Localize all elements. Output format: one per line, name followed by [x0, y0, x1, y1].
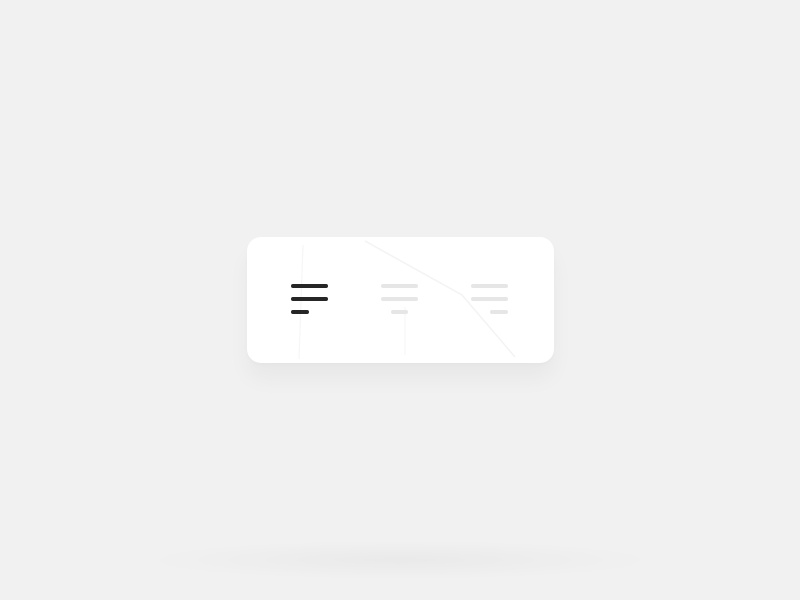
- canvas-background: [0, 0, 800, 600]
- align-left-button[interactable]: [265, 237, 355, 363]
- align-right-icon: [471, 284, 509, 316]
- text-alignment-toolbar: [247, 237, 554, 363]
- align-right-button[interactable]: [445, 237, 535, 363]
- icon-line: [381, 284, 418, 288]
- align-center-button[interactable]: [355, 237, 445, 363]
- icon-line: [490, 310, 508, 314]
- align-center-icon: [381, 284, 419, 316]
- align-left-icon: [291, 284, 329, 316]
- icon-line: [471, 297, 508, 301]
- icon-line: [381, 297, 418, 301]
- icon-line: [391, 310, 408, 314]
- icon-line: [291, 297, 328, 301]
- icon-line: [291, 284, 328, 288]
- icon-line: [471, 284, 508, 288]
- icon-line: [291, 310, 309, 314]
